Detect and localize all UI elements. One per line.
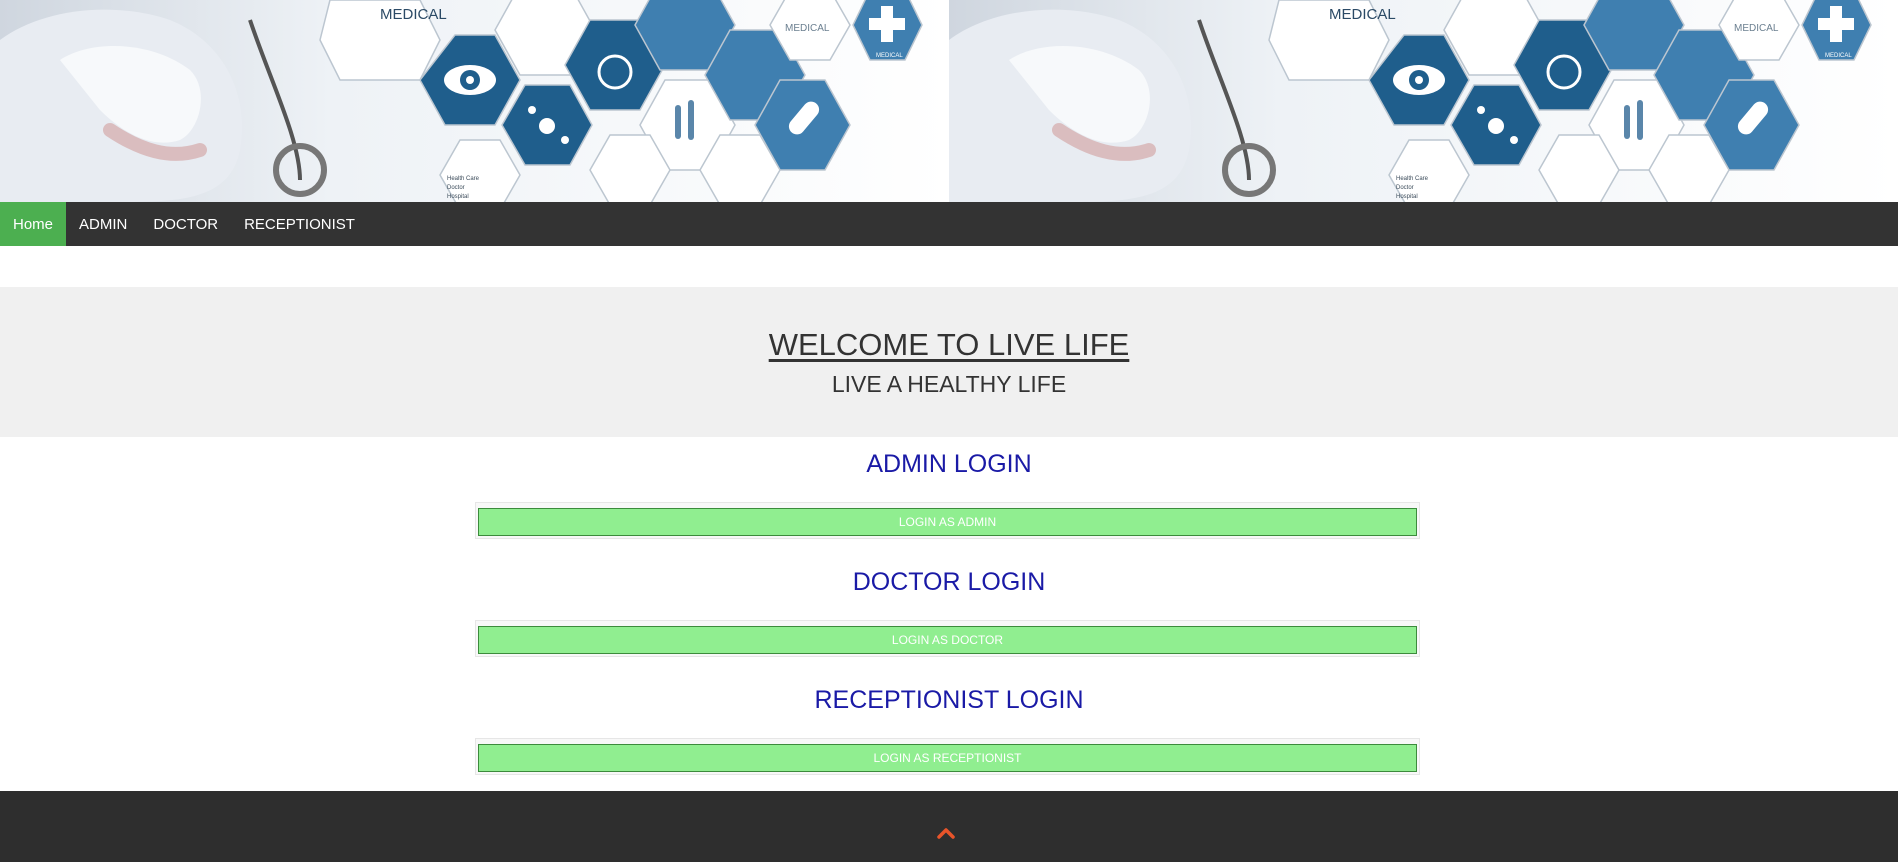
receptionist-login-title: RECEPTIONIST LOGIN [814,686,1084,714]
banner-image-right: MEDICAL MEDICAL MEDICAL Health Care Doct… [949,0,1898,202]
svg-text:Hospital: Hospital [1396,194,1418,200]
nav-doctor[interactable]: DOCTOR [140,202,231,246]
nav-home[interactable]: Home [0,202,67,246]
nav-admin[interactable]: ADMIN [66,202,140,246]
receptionist-login-form: LOGIN AS RECEPTIONIST [475,738,1420,775]
login-as-receptionist-button[interactable]: LOGIN AS RECEPTIONIST [478,744,1417,772]
svg-text:MEDICAL: MEDICAL [876,53,903,59]
login-as-admin-button[interactable]: LOGIN AS ADMIN [478,508,1417,536]
nav-receptionist[interactable]: RECEPTIONIST [231,202,368,246]
admin-login-title: ADMIN LOGIN [866,450,1032,478]
header-banner: MEDICAL MEDICAL MEDICAL Health Care Doct… [0,0,1898,202]
admin-login-form: LOGIN AS ADMIN [475,502,1420,539]
svg-text:Doctor: Doctor [1396,185,1414,191]
doctor-login-title: DOCTOR LOGIN [852,568,1046,596]
top-navbar: Home ADMIN DOCTOR RECEPTIONIST [0,202,1898,246]
svg-text:MEDICAL: MEDICAL [380,6,447,23]
welcome-subtitle: LIVE A HEALTHY LIFE [831,371,1067,397]
login-as-doctor-button[interactable]: LOGIN AS DOCTOR [478,626,1417,654]
chevron-up-icon[interactable] [937,826,955,840]
banner-image-left: MEDICAL MEDICAL MEDICAL Health Care Doct… [0,0,949,202]
svg-text:MEDICAL: MEDICAL [1825,53,1852,59]
svg-text:MEDICAL: MEDICAL [1734,23,1779,34]
svg-text:MEDICAL: MEDICAL [785,23,830,34]
doctor-login-form: LOGIN AS DOCTOR [475,620,1420,657]
svg-text:Hospital: Hospital [447,194,469,200]
svg-text:MEDICAL: MEDICAL [1329,6,1396,23]
welcome-title: WELCOME TO LIVE LIFE [768,327,1130,362]
svg-text:Health Care: Health Care [447,176,480,182]
svg-text:Doctor: Doctor [447,185,465,191]
welcome-section: WELCOME TO LIVE LIFE LIVE A HEALTHY LIFE [0,287,1898,437]
svg-text:Health Care: Health Care [1396,176,1429,182]
